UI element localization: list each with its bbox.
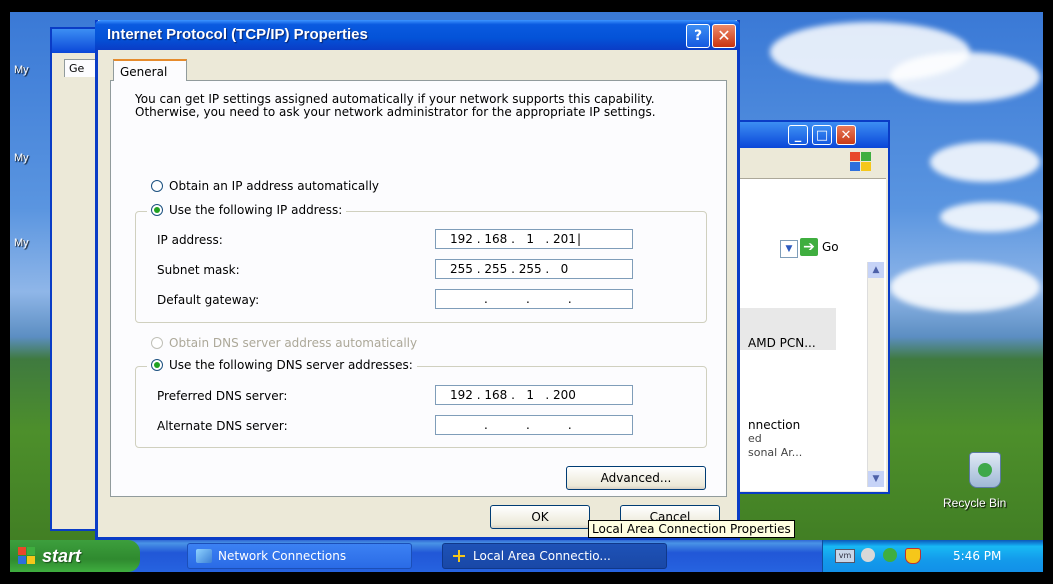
close-icon[interactable]: ✕	[836, 125, 856, 145]
ip-address-label: IP address:	[157, 233, 223, 247]
dialog-title: Internet Protocol (TCP/IP) Properties	[107, 26, 368, 43]
ip-address-value: 192 . 168 . 1 . 201	[450, 232, 576, 246]
radio-button-icon[interactable]	[151, 180, 163, 192]
start-button[interactable]: start	[10, 540, 140, 572]
radio-ip-auto-label: Obtain an IP address automatically	[169, 179, 380, 193]
go-button-label[interactable]: Go	[822, 240, 839, 254]
recycle-bin-label: Recycle Bin	[943, 496, 1007, 510]
windows-logo-icon	[850, 152, 872, 172]
taskbar-item-local-area-connection[interactable]: Local Area Connectio...	[442, 543, 667, 569]
general-tab-panel: You can get IP settings assigned automat…	[110, 80, 727, 497]
vmware-icon[interactable]: vm	[835, 549, 855, 563]
preferred-dns-label: Preferred DNS server:	[157, 389, 288, 403]
radio-ip-manual-label: Use the following IP address:	[169, 203, 343, 217]
text-cursor: |	[576, 232, 581, 246]
taskbar-item-label: Local Area Connectio...	[473, 549, 611, 563]
desktop-icon-label[interactable]: My	[14, 64, 29, 76]
network-icon	[196, 549, 212, 563]
network-connection-icon	[451, 549, 467, 563]
close-icon[interactable]: ✕	[712, 24, 736, 48]
dialog-titlebar[interactable]: Internet Protocol (TCP/IP) Properties ? …	[95, 20, 740, 50]
network-tray-icon[interactable]	[883, 548, 897, 562]
radio-dns-manual[interactable]: Use the following DNS server addresses:	[147, 358, 417, 372]
taskbar-item-network-connections[interactable]: Network Connections	[187, 543, 412, 569]
tcpip-properties-dialog: Internet Protocol (TCP/IP) Properties ? …	[95, 20, 740, 540]
security-shield-icon[interactable]	[905, 548, 921, 564]
subnet-mask-label: Subnet mask:	[157, 263, 240, 277]
tooltip: Local Area Connection Properties	[588, 520, 795, 538]
preferred-dns-field[interactable]: 192 . 168 . 1 . 200	[435, 385, 633, 405]
radio-button-checked-icon[interactable]	[151, 204, 163, 216]
desktop-icon-label[interactable]: My	[14, 237, 29, 249]
radio-button-disabled-icon[interactable]	[151, 337, 163, 349]
help-icon[interactable]: ?	[686, 24, 710, 48]
radio-ip-auto[interactable]: Obtain an IP address automatically	[151, 179, 379, 193]
ip-address-field[interactable]: 192 . 168 . 1 . 201 |	[435, 229, 633, 249]
alternate-dns-field[interactable]: . . .	[435, 415, 633, 435]
recycle-bin-icon	[969, 452, 1001, 488]
taskbar: start Network Connections Local Area Con…	[10, 540, 1043, 572]
list-item-label[interactable]: AMD PCN...	[748, 336, 816, 350]
go-arrow-icon[interactable]: ➔	[800, 238, 818, 256]
windows-logo-icon	[18, 547, 36, 565]
subnet-mask-field[interactable]: 255 . 255 . 255 . 0	[435, 259, 633, 279]
preferred-dns-value: 192 . 168 . 1 . 200	[450, 388, 576, 402]
minimize-icon[interactable]: _	[788, 125, 808, 145]
alternate-dns-label: Alternate DNS server:	[157, 419, 288, 433]
desktop-icon-label[interactable]: My	[14, 152, 29, 164]
default-gateway-label: Default gateway:	[157, 293, 260, 307]
default-gateway-field[interactable]: . . .	[435, 289, 633, 309]
list-item-detail: sonal Ar...	[748, 446, 803, 459]
desktop: My My My Recycle Bin Ge C T _ □ ✕ ▼ ➔ Go	[10, 12, 1043, 572]
network-connections-window[interactable]: _ □ ✕ ▼ ➔ Go ▲ ▼ AMD PCN... nnection ed …	[738, 120, 890, 494]
dropdown-arrow-icon[interactable]: ▼	[780, 240, 798, 258]
subnet-mask-value: 255 . 255 . 255 . 0	[450, 262, 569, 276]
scroll-up-icon[interactable]: ▲	[868, 262, 884, 278]
alternate-dns-value: . . .	[484, 418, 572, 432]
dns-group	[135, 366, 707, 448]
advanced-button[interactable]: Advanced...	[566, 466, 706, 490]
radio-dns-auto-label: Obtain DNS server address automatically	[169, 336, 418, 350]
window-titlebar[interactable]: _ □ ✕	[740, 122, 888, 148]
default-gateway-value: . . .	[484, 292, 572, 306]
scroll-down-icon[interactable]: ▼	[868, 471, 884, 487]
taskbar-item-label: Network Connections	[218, 549, 347, 563]
list-item-label[interactable]: nnection	[748, 418, 800, 432]
tab-general[interactable]: General	[113, 59, 187, 81]
list-item-detail: ed	[748, 432, 762, 445]
system-tray: vm 5:46 PM	[822, 540, 1043, 572]
start-label: start	[42, 545, 82, 566]
radio-button-checked-icon[interactable]	[151, 359, 163, 371]
ok-button[interactable]: OK	[490, 505, 590, 529]
radio-dns-auto[interactable]: Obtain DNS server address automatically	[151, 336, 417, 350]
maximize-icon[interactable]: □	[812, 125, 832, 145]
radio-ip-manual[interactable]: Use the following IP address:	[147, 203, 347, 217]
scrollbar[interactable]: ▲ ▼	[867, 262, 884, 487]
clock[interactable]: 5:46 PM	[953, 549, 1001, 563]
radio-dns-manual-label: Use the following DNS server addresses:	[169, 358, 413, 372]
intro-text: You can get IP settings assigned automat…	[135, 92, 656, 119]
sound-icon[interactable]	[861, 548, 875, 562]
recycle-bin[interactable]: Recycle Bin	[943, 452, 1025, 512]
